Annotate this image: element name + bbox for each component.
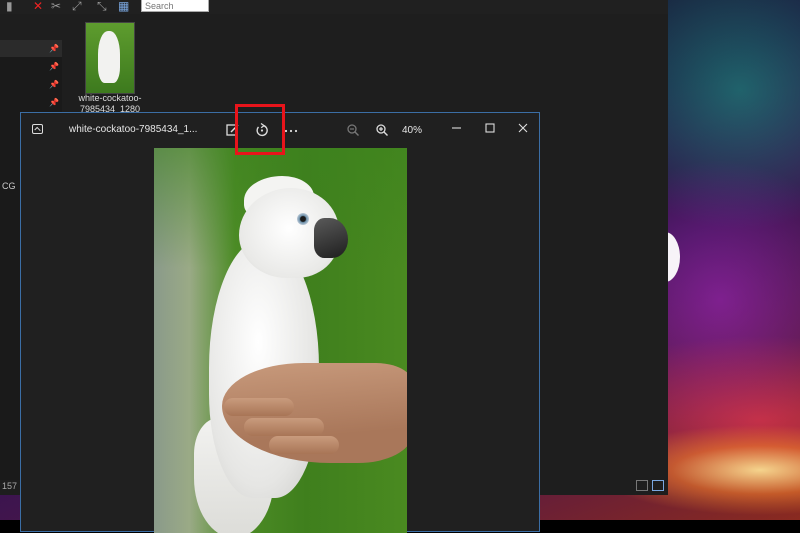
minimize-icon[interactable] [449,120,465,136]
explorer-toolbar: ▮ ✕ ✂ ⤢ ⤡ ▦ Search [0,0,668,14]
nav-item-label[interactable]: CG [2,181,16,191]
parrot-eye [297,213,309,225]
view-grid-icon[interactable]: ▦ [118,0,130,12]
photos-app-icon [32,124,43,134]
finger [244,418,324,436]
pin-icon[interactable]: 📌 [49,45,59,53]
cut-icon[interactable]: ✂ [51,0,63,12]
photo-viewer-window: white-cockatoo-7985434_1... 40% [20,112,540,533]
delete-icon[interactable]: ✕ [33,0,45,12]
details-view-button[interactable] [636,480,648,491]
pin-icon[interactable]: 📌 [49,63,59,71]
file-thumbnail[interactable] [85,22,135,94]
finger [269,436,339,454]
copy-icon[interactable]: ⤡ [97,0,109,12]
zoom-out-icon[interactable] [343,120,363,140]
thumbnail-image [98,31,120,83]
finger [224,398,294,416]
file-name-line: white-cockatoo- [78,93,142,103]
window-title: white-cockatoo-7985434_1... [69,124,198,135]
zoom-level[interactable]: 40% [402,125,422,136]
maximize-icon[interactable] [482,120,498,136]
pin-icon[interactable]: 📌 [49,99,59,107]
rotate-button-highlight [235,104,285,155]
toolbar-item-icon[interactable]: ▮ [6,0,18,12]
parrot-beak [314,218,348,258]
close-icon[interactable] [515,120,531,136]
pin-icon[interactable]: 📌 [49,81,59,89]
move-icon[interactable]: ⤢ [72,0,84,12]
status-item-count: 157 [2,481,18,491]
cockatoo-photo [154,148,407,533]
zoom-in-icon[interactable] [372,120,392,140]
thumbnail-view-button[interactable] [652,480,664,491]
search-input[interactable]: Search [141,0,209,12]
